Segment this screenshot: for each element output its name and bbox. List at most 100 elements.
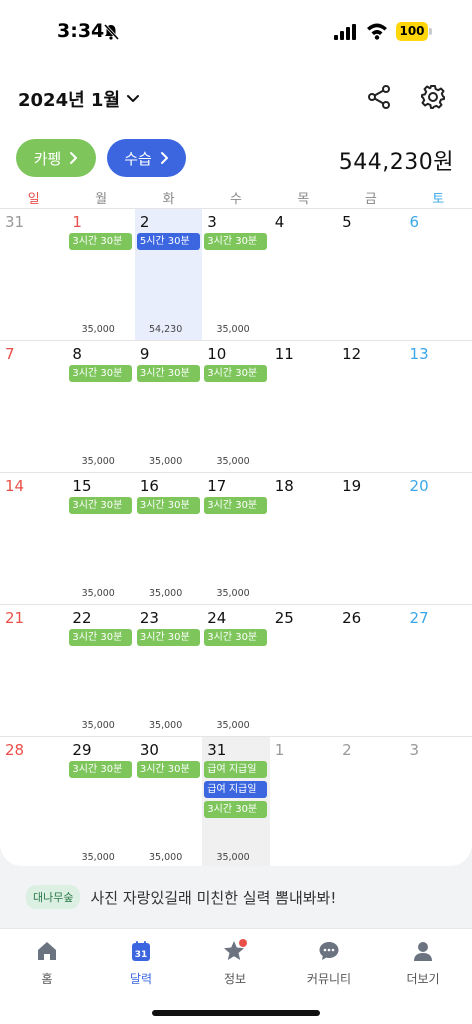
calendar-day-cell[interactable]: 6 (405, 209, 472, 340)
weekday-label: 수 (229, 192, 242, 207)
tab-info[interactable]: 정보 (188, 939, 282, 995)
calendar-day-cell[interactable]: 3 3시간 30분 35,000 (202, 209, 269, 340)
home-indicator (152, 1010, 320, 1016)
calendar-icon: 31 (132, 941, 150, 961)
day-number: 12 (342, 345, 362, 363)
calendar-day-cell[interactable]: 23 3시간 30분 35,000 (135, 605, 202, 736)
chevron-down-icon (127, 95, 140, 102)
person-icon (414, 942, 432, 961)
shift-tag[interactable]: 3시간 30분 (69, 761, 133, 778)
calendar-day-cell[interactable]: 19 (337, 473, 404, 604)
calendar-day-cell[interactable]: 12 (337, 341, 404, 472)
calendar-grid: 31 1 3시간 30분 35,000 2 5시간 30분 54,230 3 3시간 30분 35… (0, 208, 472, 866)
weekday-header: 일 월 화 수 목 금 토 (0, 188, 472, 208)
calendar-day-cell[interactable]: 22 3시간 30분 35,000 (67, 605, 134, 736)
calendar-day-cell[interactable]: 1 (270, 737, 337, 866)
monthly-total: 544,230원 (338, 150, 454, 175)
calendar-day-cell[interactable]: 18 (270, 473, 337, 604)
calendar-day-cell[interactable]: 26 (337, 605, 404, 736)
shift-tag[interactable]: 급여 지급일 (204, 781, 268, 798)
shift-tag[interactable]: 3시간 30분 (204, 233, 268, 250)
gear-icon[interactable] (420, 84, 446, 110)
calendar-day-cell[interactable]: 5 (337, 209, 404, 340)
shift-tag[interactable]: 3시간 30분 (204, 629, 268, 646)
shift-tag[interactable]: 3시간 30분 (69, 497, 133, 514)
month-selector[interactable]: 2024년 1월 (18, 86, 140, 112)
bottom-tab-bar: 홈 31 달력 정보 커뮤니티 더보기 (0, 928, 472, 1024)
tab-label: 정보 (223, 972, 247, 986)
day-earnings: 35,000 (216, 456, 250, 467)
shift-tag[interactable]: 5시간 30분 (136, 233, 200, 250)
day-number: 19 (342, 477, 362, 495)
calendar-day-cell[interactable]: 29 3시간 30분 35,000 (67, 737, 134, 866)
share-icon[interactable] (366, 84, 392, 110)
weekday-label: 일 (27, 192, 40, 207)
calendar-day-cell[interactable]: 2 5시간 30분 54,230 (134, 209, 203, 340)
day-number: 5 (342, 213, 352, 231)
calendar-day-cell[interactable]: 9 3시간 30분 35,000 (135, 341, 202, 472)
day-number: 3 (207, 213, 217, 231)
day-number: 26 (342, 609, 362, 627)
shift-tag[interactable]: 3시간 30분 (69, 233, 133, 250)
shift-tag[interactable]: 3시간 30분 (69, 365, 133, 382)
notification-dot (239, 939, 247, 947)
calendar-day-cell[interactable]: 31 (0, 209, 67, 340)
tab-community[interactable]: 커뮤니티 (282, 939, 376, 995)
day-number: 9 (139, 345, 150, 363)
calendar-day-cell[interactable]: 17 3시간 30분 35,000 (202, 473, 269, 604)
shift-tags: 급여 지급일 급여 지급일 3시간 30분 (204, 761, 268, 818)
income-button-label: 수습 (124, 149, 152, 168)
calendar-day-cell[interactable]: 4 (270, 209, 337, 340)
calendar-day-cell[interactable]: 16 3시간 30분 35,000 (135, 473, 202, 604)
day-number: 14 (5, 477, 25, 495)
calendar-day-cell[interactable]: 3 (405, 737, 472, 866)
shift-tag[interactable]: 3시간 30분 (136, 761, 200, 778)
shift-tag[interactable]: 3시간 30분 (204, 801, 268, 818)
calendar-day-cell[interactable]: 25 (270, 605, 337, 736)
shift-tag[interactable]: 3시간 30분 (204, 497, 268, 514)
day-earnings: 35,000 (149, 456, 183, 467)
calendar-day-cell[interactable]: 21 (0, 605, 67, 736)
calendar-day-cell[interactable]: 1 3시간 30분 35,000 (67, 209, 134, 340)
income-button[interactable]: 수습 (107, 139, 186, 177)
star-icon (224, 939, 247, 960)
calendar-day-cell[interactable]: 11 (270, 341, 337, 472)
shift-tag[interactable]: 급여 지급일 (204, 761, 268, 778)
shift-tag[interactable]: 3시간 30분 (136, 497, 200, 514)
shift-tag[interactable]: 3시간 30분 (136, 629, 200, 646)
tab-calendar[interactable]: 31 달력 (94, 939, 188, 995)
shift-tags: 3시간 30분 (69, 365, 133, 382)
battery-indicator: 100 (396, 22, 428, 41)
shift-tag[interactable]: 3시간 30분 (204, 365, 268, 382)
day-number: 21 (5, 609, 25, 627)
calendar-day-cell[interactable]: 31 급여 지급일 급여 지급일 3시간 30분 35,000 (202, 737, 270, 866)
calendar-week-row: 14 15 3시간 30분 35,000 16 3시간 30분 35,000 17 3시간 30… (0, 472, 472, 604)
tab-home[interactable]: 홈 (0, 939, 94, 995)
day-number: 24 (207, 609, 227, 627)
calendar-day-cell[interactable]: 20 (405, 473, 472, 604)
community-banner[interactable]: 대나무숲 사진 자랑있길래 미친한 실력 뽐내봐봐! (0, 866, 472, 928)
day-number: 10 (207, 345, 227, 363)
calendar-day-cell[interactable]: 2 (337, 737, 404, 866)
status-time: 3:34 (57, 20, 105, 42)
calendar-day-cell[interactable]: 7 (0, 341, 67, 472)
calendar-day-cell[interactable]: 28 (0, 737, 67, 866)
calendar-panel: 2024년 1월 카펭 수습 544,230원 일 월 화 수 목 금 토 31… (0, 62, 472, 866)
cafe-button[interactable]: 카펭 (16, 139, 96, 177)
calendar-day-cell[interactable]: 24 3시간 30분 35,000 (202, 605, 269, 736)
shift-tags: 3시간 30분 (204, 233, 268, 250)
shift-tag[interactable]: 3시간 30분 (69, 629, 133, 646)
calendar-day-cell[interactable]: 10 3시간 30분 35,000 (202, 341, 269, 472)
calendar-day-cell[interactable]: 27 (405, 605, 472, 736)
calendar-day-cell[interactable]: 8 3시간 30분 35,000 (67, 341, 134, 472)
weekday-label: 금 (364, 192, 377, 207)
calendar-day-cell[interactable]: 13 (405, 341, 472, 472)
tab-label: 달력 (129, 972, 153, 986)
tab-more[interactable]: 더보기 (376, 939, 470, 995)
day-number: 3 (409, 741, 420, 759)
calendar-day-cell[interactable]: 15 3시간 30분 35,000 (67, 473, 134, 604)
shift-tag[interactable]: 3시간 30분 (136, 365, 200, 382)
day-earnings: 35,000 (216, 324, 250, 335)
calendar-day-cell[interactable]: 30 3시간 30분 35,000 (135, 737, 202, 866)
calendar-day-cell[interactable]: 14 (0, 473, 67, 604)
